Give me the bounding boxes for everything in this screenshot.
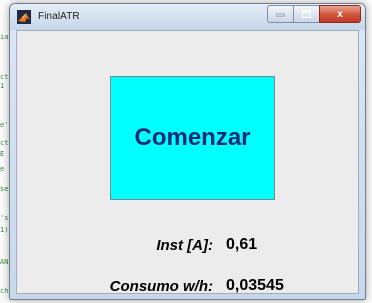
close-icon: x (337, 8, 343, 20)
close-button[interactable]: x (319, 5, 361, 23)
inst-value: 0,61 (226, 236, 258, 253)
inst-label: Inst [A]: (156, 237, 213, 254)
client-area: Comenzar Inst [A]: 0,61 Consumo w/h: 0,0… (16, 30, 359, 295)
comenzar-button[interactable]: Comenzar (110, 76, 275, 200)
comenzar-label: Comenzar (134, 124, 251, 151)
consumo-value: 0,03545 (226, 277, 284, 294)
consumo-label: Consumo w/h: (109, 278, 213, 295)
app-window: FinalATR x Comenzar Inst [A]: 0,61 Consu… (9, 3, 366, 300)
maximize-icon (302, 10, 311, 18)
minimize-icon (276, 13, 285, 17)
minimize-button[interactable] (267, 5, 293, 23)
caption-buttons: x (267, 5, 361, 23)
window-title: FinalATR (38, 11, 80, 22)
title-bar[interactable]: FinalATR x (10, 4, 365, 30)
maximize-button[interactable] (293, 5, 319, 23)
matlab-icon (17, 10, 31, 24)
